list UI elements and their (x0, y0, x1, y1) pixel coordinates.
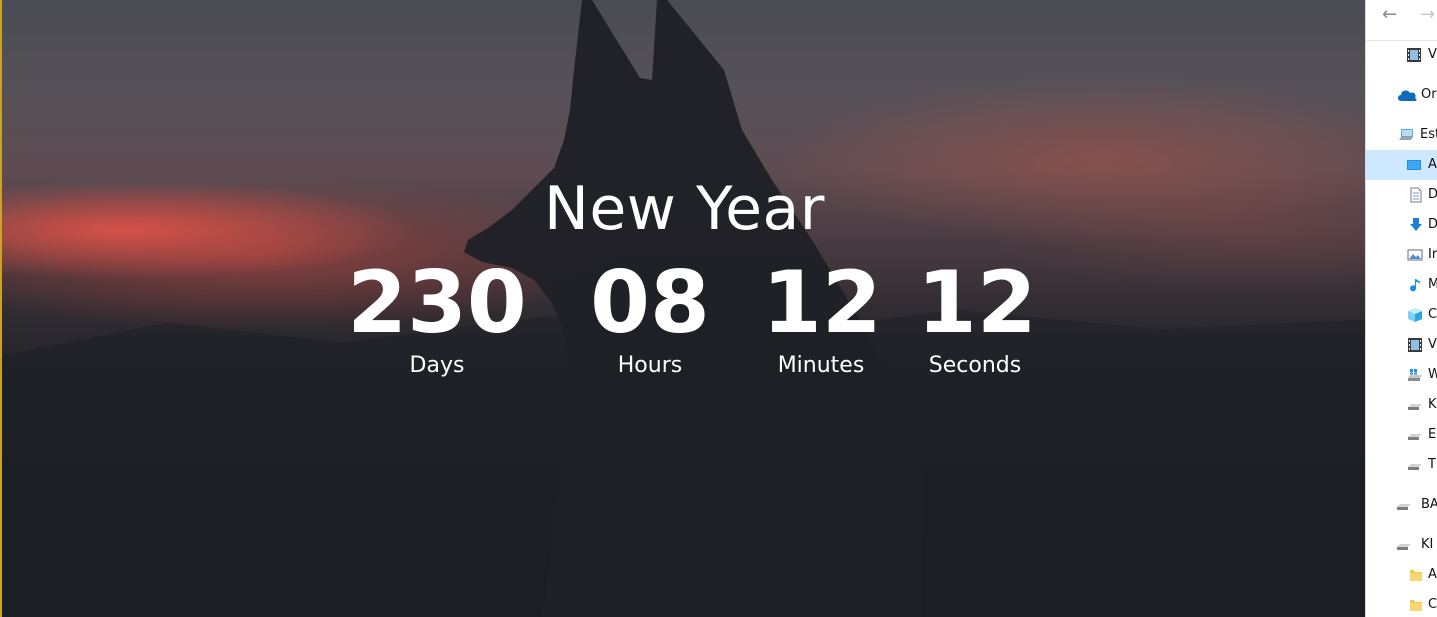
tree-item-videos[interactable]: V (1366, 40, 1437, 70)
tree-item-drive-e[interactable]: E (1366, 420, 1437, 450)
tree-item-label: C (1428, 307, 1437, 322)
file-explorer-sidebar: ← → V Or Est A D D Ir M C V (1365, 0, 1437, 617)
days-label: Days (409, 353, 465, 378)
minutes-value: 12 (762, 253, 882, 353)
video-icon (1407, 48, 1421, 62)
arrow-left-icon[interactable]: ← (1382, 4, 1397, 26)
tree-item-label: Or (1421, 87, 1437, 102)
3d-objects-icon (1408, 308, 1422, 322)
hours-value: 08 (590, 253, 710, 353)
countdown-page: New Year 230 Days 08 Hours 12 Minutes 12… (0, 0, 1365, 617)
days-value: 230 (347, 253, 527, 353)
tree-item-label: D (1428, 187, 1437, 203)
music-icon (1410, 279, 1421, 292)
tree-item-label: A (1428, 157, 1437, 172)
tree-item-label: V (1428, 337, 1437, 352)
seconds-unit: 12 Seconds (917, 253, 1037, 381)
image-icon (1407, 249, 1423, 261)
minutes-unit: 12 Minutes (762, 253, 882, 381)
drive-icon (1408, 434, 1422, 440)
onedrive-icon (1398, 90, 1417, 101)
countdown-title: New Year (544, 174, 825, 244)
days-unit: 230 Days (343, 255, 531, 381)
tree-item-label: V (1428, 47, 1437, 62)
tree-item-this-pc[interactable]: Est (1366, 120, 1437, 150)
tree-item-folder-c[interactable]: C (1366, 590, 1437, 617)
tree-item-windows-drive[interactable]: W (1366, 360, 1437, 390)
tree-item-label: A (1428, 567, 1437, 582)
download-icon (1410, 218, 1422, 231)
seconds-label: Seconds (928, 353, 1022, 378)
tree-item-label: K (1428, 397, 1437, 412)
minutes-label: Minutes (777, 353, 865, 378)
hours-label: Hours (617, 353, 683, 378)
tree-item-label: Ir (1428, 247, 1437, 262)
tree-item-label: C (1428, 597, 1437, 612)
tree-item-documents[interactable]: D (1366, 180, 1437, 210)
tree-item-label: E (1428, 427, 1437, 442)
tree-item-folder-a[interactable]: A (1366, 560, 1437, 590)
tree-item-drive-ba[interactable]: BA (1366, 490, 1437, 520)
tree-item-label: T (1428, 457, 1436, 472)
tree-item-label: KI (1421, 537, 1434, 552)
drive-icon (1408, 464, 1422, 470)
tree-item-label: D (1428, 217, 1437, 233)
tree-item-videos-2[interactable]: V (1366, 330, 1437, 360)
tree-item-drive-t[interactable]: T (1366, 450, 1437, 480)
tree-item-drive-k[interactable]: K (1366, 390, 1437, 420)
tree-item-images[interactable]: Ir (1366, 240, 1437, 270)
windows-drive-icon (1408, 369, 1422, 381)
tree-item-label: BA (1421, 497, 1437, 512)
video-icon (1408, 338, 1422, 352)
tree-item-music[interactable]: M (1366, 270, 1437, 300)
hours-unit: 08 Hours (580, 255, 720, 381)
drive-icon (1408, 404, 1422, 410)
tree-item-desktop[interactable]: A (1366, 150, 1437, 180)
computer-icon (1399, 129, 1413, 140)
desktop-icon (1407, 160, 1421, 170)
folder-icon (1410, 600, 1422, 611)
tree-item-downloads[interactable]: D (1366, 210, 1437, 240)
tree-item-3d-objects[interactable]: C (1366, 300, 1437, 330)
tree-item-label: W (1428, 367, 1437, 383)
folder-icon (1410, 570, 1422, 581)
drive-icon (1397, 544, 1411, 550)
tree-item-label: Est (1420, 127, 1437, 142)
tree-item-label: M (1428, 277, 1437, 293)
tree-item-drive-ki[interactable]: KI (1366, 530, 1437, 560)
tree-item-onedrive[interactable]: Or (1366, 80, 1437, 110)
seconds-value: 12 (917, 253, 1037, 353)
arrow-right-icon[interactable]: → (1420, 4, 1435, 26)
document-icon (1410, 187, 1422, 203)
drive-icon (1397, 504, 1411, 510)
explorer-nav-bar: ← → (1366, 0, 1437, 41)
